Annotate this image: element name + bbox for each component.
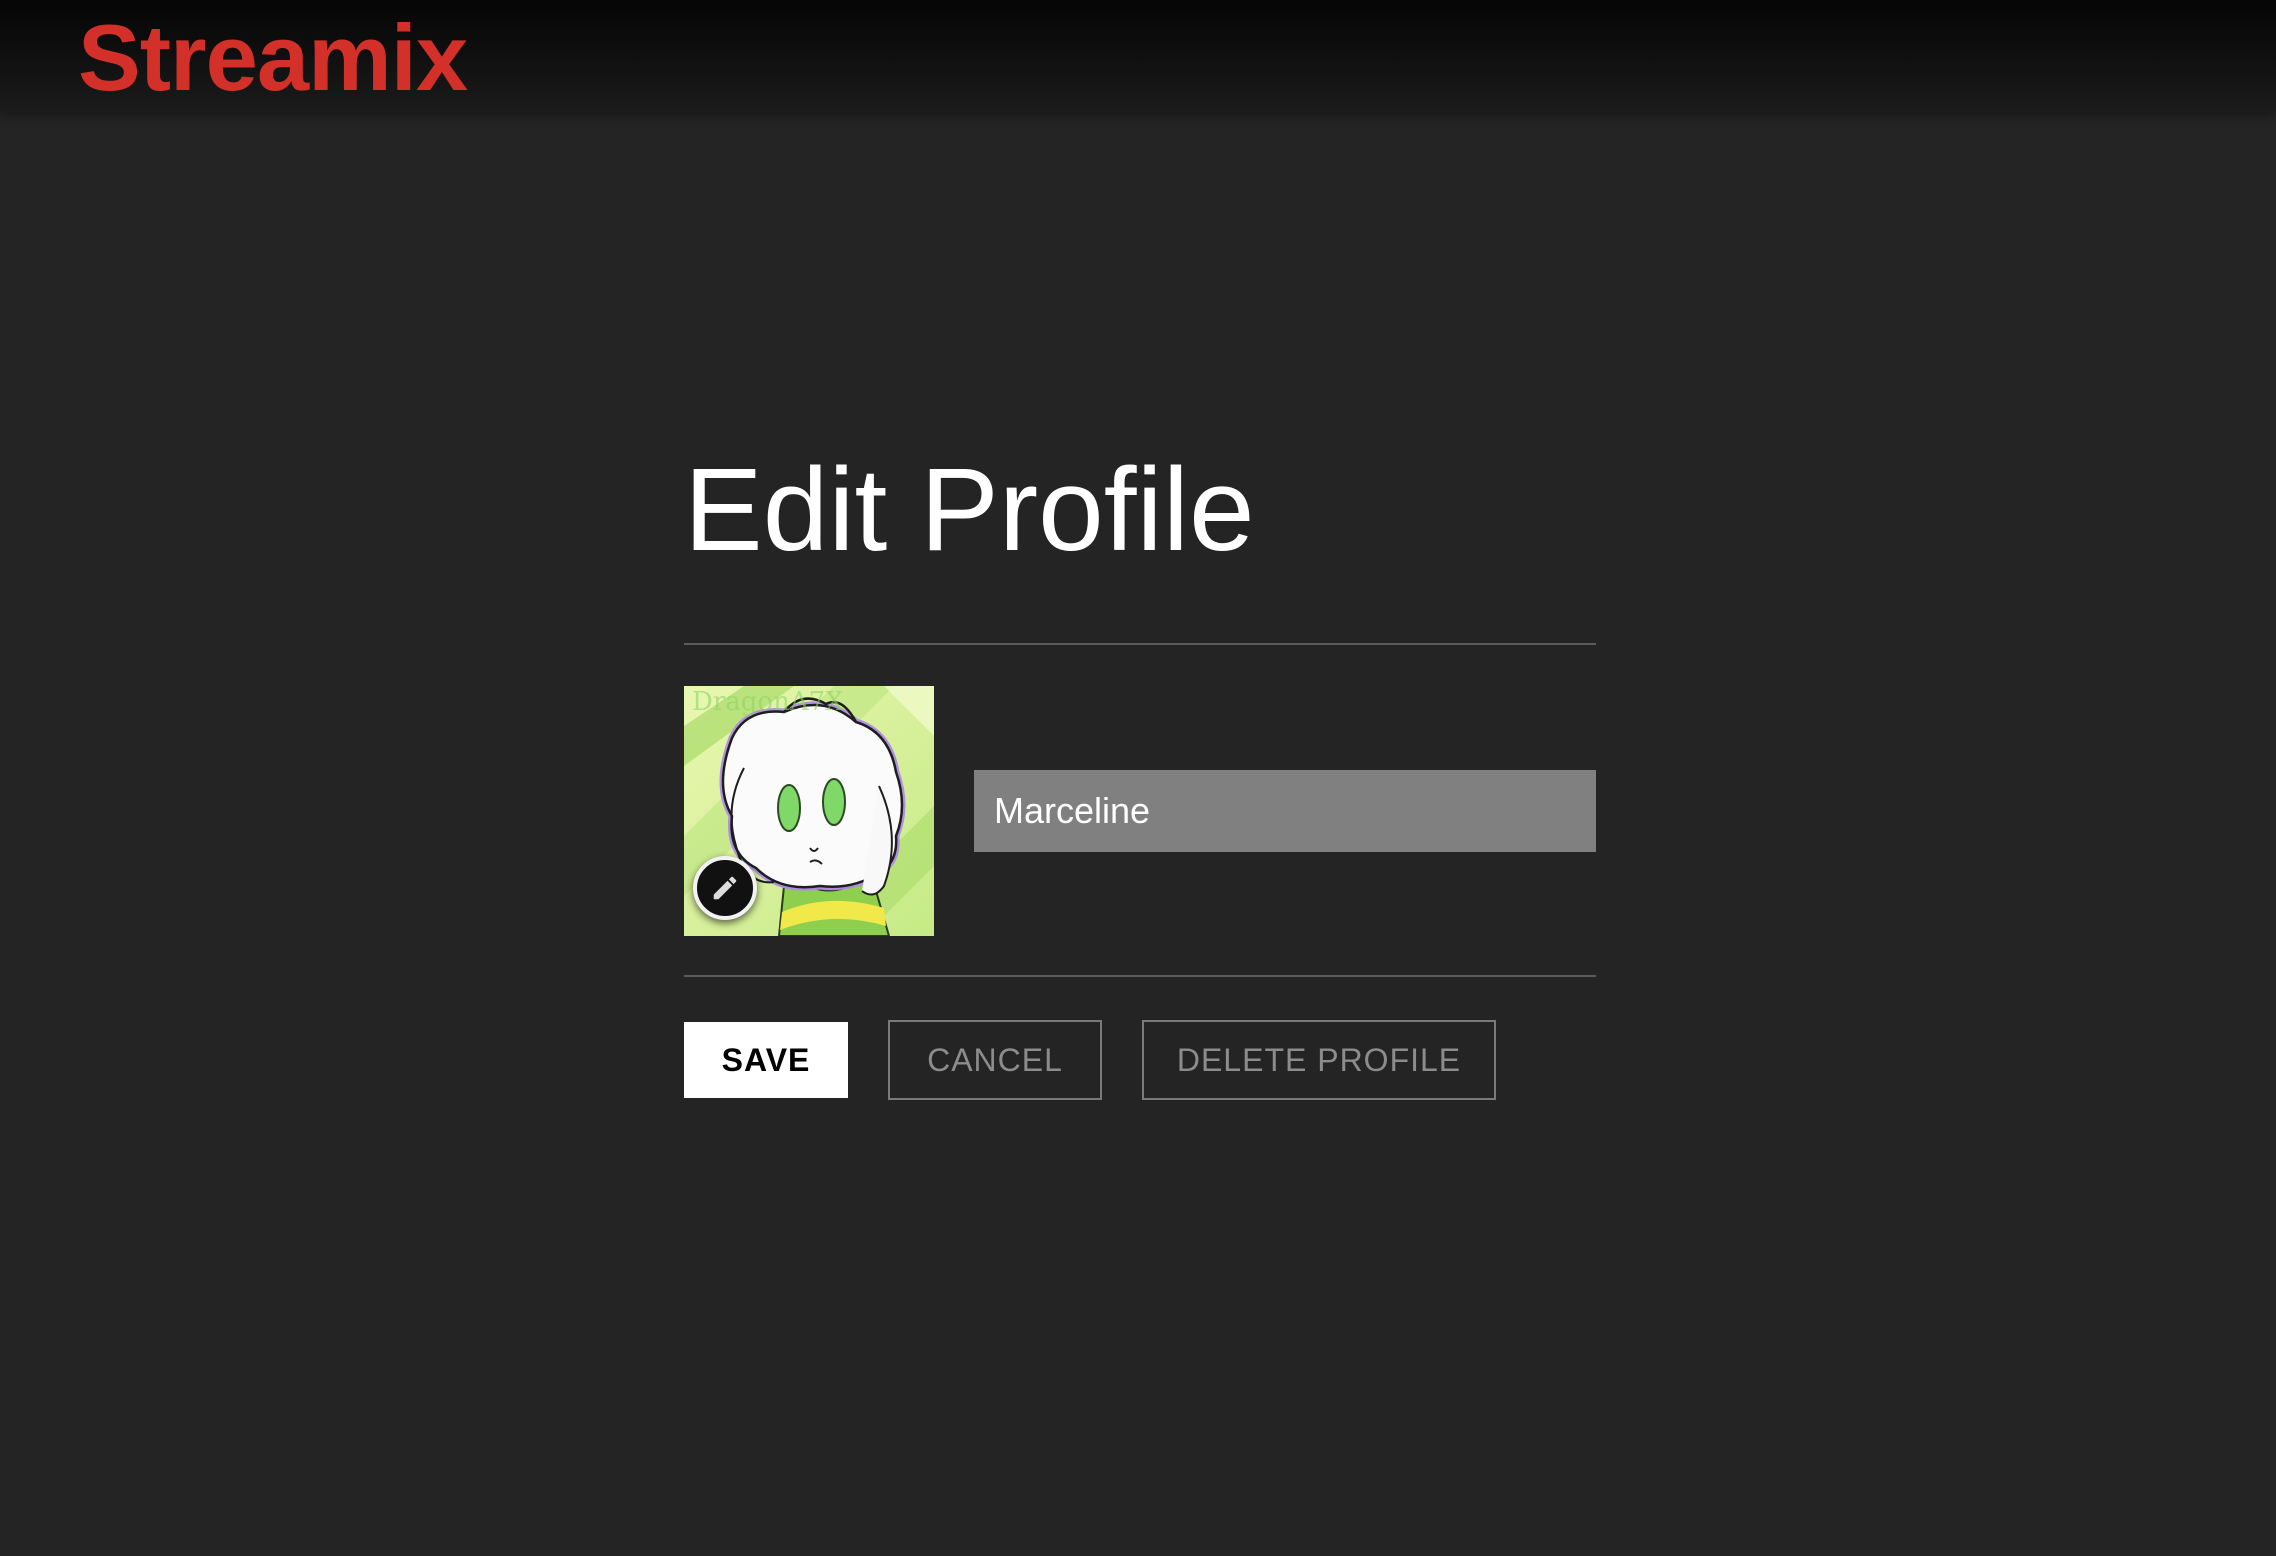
- edit-profile-panel: Edit Profile DragonA7X Marceline SAVE CA…: [684, 440, 1596, 1100]
- top-header: Streamix: [0, 0, 2276, 112]
- top-divider: [684, 643, 1596, 645]
- page-title: Edit Profile: [684, 444, 1255, 576]
- save-button[interactable]: SAVE: [684, 1022, 848, 1098]
- profile-name-input[interactable]: [974, 770, 1596, 852]
- svg-text:DragonA7X: DragonA7X: [692, 687, 844, 717]
- streamix-logo[interactable]: Streamix: [78, 8, 468, 108]
- bottom-divider: [684, 975, 1596, 977]
- profile-row: DragonA7X: [684, 686, 1596, 936]
- profile-avatar[interactable]: DragonA7X: [684, 686, 934, 936]
- action-buttons: SAVE CANCEL DELETE PROFILE: [684, 1020, 1596, 1100]
- edit-avatar-button[interactable]: [693, 856, 757, 920]
- pencil-icon: [713, 876, 737, 900]
- cancel-button[interactable]: CANCEL: [888, 1020, 1102, 1100]
- delete-profile-button[interactable]: DELETE PROFILE: [1142, 1020, 1496, 1100]
